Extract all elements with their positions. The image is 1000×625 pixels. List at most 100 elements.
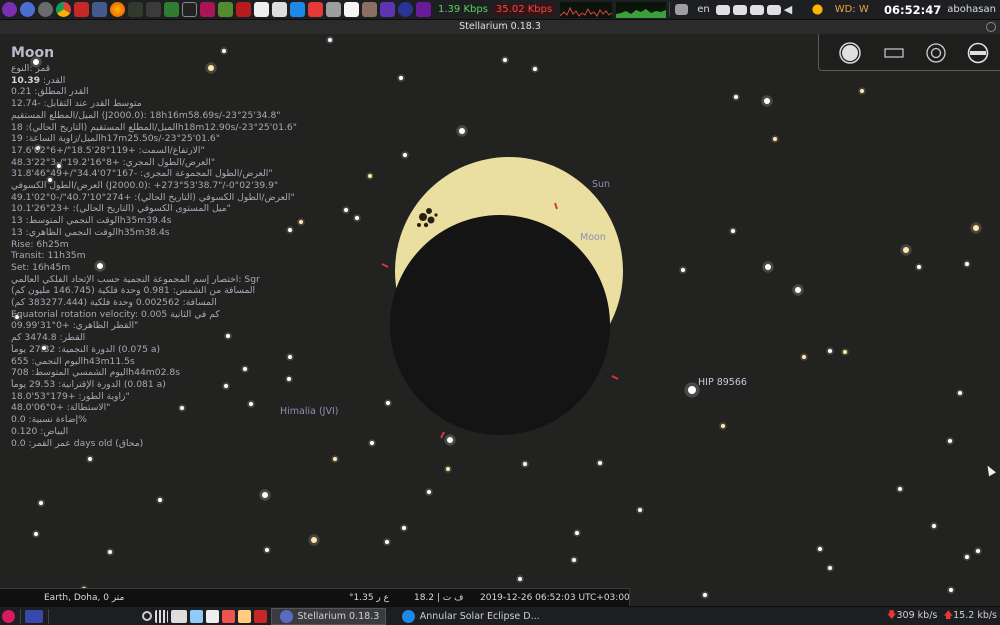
stellarium-icon[interactable]: [397, 2, 413, 17]
network-icon[interactable]: [732, 4, 747, 15]
scanner-icon[interactable]: [325, 2, 341, 17]
display-icon[interactable]: [715, 4, 730, 15]
star[interactable]: [860, 89, 864, 93]
star[interactable]: [949, 588, 953, 592]
star[interactable]: [447, 437, 453, 443]
rectangle-view-icon[interactable]: [883, 42, 905, 64]
star[interactable]: [518, 577, 522, 581]
star[interactable]: [399, 76, 403, 80]
sky-view[interactable]: Moon قمر :النوع القدر: 10.39 القدر المطلق:…: [0, 34, 1000, 606]
star[interactable]: [965, 262, 969, 266]
star[interactable]: [108, 550, 112, 554]
star[interactable]: [88, 457, 92, 461]
star[interactable]: [344, 208, 348, 212]
star[interactable]: [333, 457, 337, 461]
ide-icon[interactable]: [415, 2, 431, 17]
task-stellarium[interactable]: Stellarium 0.18.3: [271, 607, 387, 625]
star[interactable]: [958, 391, 962, 395]
task-browser[interactable]: Annular Solar Eclipse D...: [394, 608, 545, 625]
keyboard-layout[interactable]: en: [697, 4, 710, 15]
star[interactable]: [575, 531, 579, 535]
mail-icon[interactable]: [289, 2, 305, 17]
star[interactable]: [688, 386, 696, 394]
star[interactable]: [598, 461, 602, 465]
chrome-icon[interactable]: [55, 2, 71, 17]
files-icon[interactable]: [91, 2, 107, 17]
grid-icon[interactable]: [154, 609, 168, 623]
star[interactable]: [965, 555, 969, 559]
star[interactable]: [328, 38, 332, 42]
screenshot-icon[interactable]: [674, 4, 688, 15]
star[interactable]: [39, 501, 43, 505]
firefox-icon[interactable]: [109, 2, 125, 17]
presentation-icon[interactable]: [235, 2, 251, 17]
weather-text[interactable]: WD: W: [835, 4, 869, 15]
star[interactable]: [523, 462, 527, 466]
document-icon[interactable]: [189, 609, 203, 623]
star[interactable]: [764, 98, 770, 104]
user-name[interactable]: abohasan: [947, 4, 996, 15]
camera-icon[interactable]: [271, 2, 287, 17]
star[interactable]: [828, 566, 832, 570]
star[interactable]: [638, 508, 642, 512]
terminal-icon[interactable]: [127, 2, 143, 17]
star[interactable]: [385, 540, 389, 544]
full-disc-view-icon[interactable]: [839, 42, 861, 64]
star[interactable]: [446, 467, 450, 471]
star[interactable]: [734, 95, 738, 99]
star[interactable]: [265, 548, 269, 552]
star[interactable]: [948, 439, 952, 443]
horizon-view-icon[interactable]: [967, 42, 989, 64]
notes-icon[interactable]: [343, 2, 359, 17]
notes-app-icon[interactable]: [237, 609, 251, 623]
star[interactable]: [932, 524, 936, 528]
star[interactable]: [368, 174, 372, 178]
start-menu-icon[interactable]: [2, 609, 15, 623]
clock[interactable]: 06:52:47: [884, 3, 941, 17]
desktop-icon[interactable]: [25, 609, 43, 623]
star[interactable]: [903, 247, 909, 253]
app-icon[interactable]: [361, 2, 377, 17]
app-menu-icon[interactable]: [1, 2, 17, 17]
star[interactable]: [828, 349, 832, 353]
star[interactable]: [403, 153, 407, 157]
star[interactable]: [773, 137, 777, 141]
star[interactable]: [973, 225, 979, 231]
star[interactable]: [402, 526, 406, 530]
target-view-icon[interactable]: [925, 42, 947, 64]
star[interactable]: [311, 537, 317, 543]
update-icon[interactable]: [766, 4, 781, 15]
moon-disc[interactable]: [390, 215, 610, 435]
star[interactable]: [795, 287, 801, 293]
window-control-icon[interactable]: [986, 22, 996, 32]
terminal2-icon[interactable]: [181, 2, 197, 17]
pdf-icon[interactable]: [307, 2, 323, 17]
book-icon[interactable]: [217, 2, 233, 17]
drawing-icon[interactable]: [199, 2, 215, 17]
calendar-icon[interactable]: [253, 2, 269, 17]
settings-icon[interactable]: [37, 2, 53, 17]
star[interactable]: [818, 547, 822, 551]
game-icon[interactable]: [379, 2, 395, 17]
star[interactable]: [355, 216, 359, 220]
keyboard-icon[interactable]: [170, 609, 187, 623]
text-editor-icon[interactable]: [205, 609, 219, 623]
star[interactable]: [158, 498, 162, 502]
star[interactable]: [533, 67, 537, 71]
places-icon[interactable]: [19, 2, 35, 17]
star[interactable]: [731, 229, 735, 233]
chat-icon[interactable]: [749, 4, 764, 15]
volume-icon[interactable]: ◀: [784, 2, 799, 17]
table-icon[interactable]: [221, 609, 235, 623]
spreadsheet-icon[interactable]: [163, 2, 179, 17]
star[interactable]: [262, 492, 268, 498]
star[interactable]: [765, 264, 771, 270]
red-app-icon[interactable]: [73, 2, 89, 17]
star[interactable]: [572, 558, 576, 562]
star[interactable]: [459, 128, 465, 134]
star[interactable]: [703, 593, 707, 597]
star[interactable]: [976, 549, 980, 553]
star[interactable]: [681, 268, 685, 272]
star[interactable]: [34, 532, 38, 536]
search-icon[interactable]: [141, 611, 152, 621]
